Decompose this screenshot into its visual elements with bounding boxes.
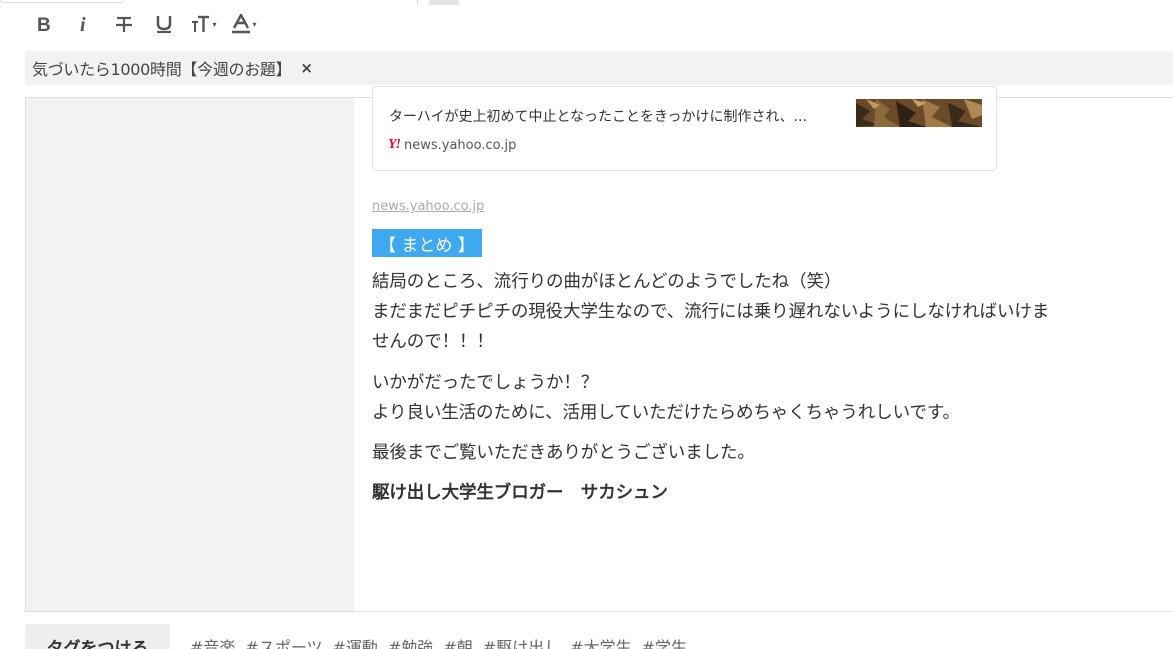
tag-item[interactable]: #運動 [333, 634, 378, 649]
formatting-toolbar: B i ▾ ▾ [24, 8, 264, 40]
svg-text:i: i [80, 15, 86, 33]
paragraph-line: いかがだったでしょうか！？ [372, 373, 599, 393]
signature: 駆け出し大学生ブロガー サカシュン [372, 483, 668, 503]
bold-button[interactable]: B [24, 9, 64, 39]
yahoo-logo-icon: Y! [388, 137, 401, 152]
link-card[interactable]: ターハイが史上初めて中止となったことをきっかけに制作され、... Y! news… [372, 86, 997, 171]
paragraph-line: せんので！！！ [372, 332, 494, 352]
tag-item[interactable]: #音楽 [190, 634, 235, 649]
editor-gutter [26, 98, 354, 611]
summary-heading: 【 まとめ 】 [372, 229, 482, 257]
divider [417, 0, 418, 5]
strikethrough-button[interactable] [104, 9, 144, 39]
paragraph-line: 最後までご覧いただきありがとうございました。 [372, 443, 755, 463]
italic-icon: i [80, 15, 86, 33]
svg-text:B: B [37, 15, 51, 33]
paragraph: いかがだったでしょうか！？ より良い生活のために、活用していただけたらめちゃくち… [372, 368, 960, 428]
paragraph-line: より良い生活のために、活用していただけたらめちゃくちゃうれしいです。 [372, 403, 960, 423]
tag-item[interactable]: #勉強 [388, 634, 433, 649]
paragraph: 結局のところ、流行りの曲がほとんどのようでしたね（笑） まだまだピチピチの現役大… [372, 267, 1049, 357]
text-color-icon [232, 14, 251, 34]
topic-bar: 気づいたら1000時間【今週のお題】 × [25, 51, 1173, 85]
tag-item[interactable]: #駆け出し [483, 634, 560, 649]
chevron-down-icon: ▾ [212, 19, 217, 29]
paragraph-line: まだまだピチピチの現役大学生なので、流行には乗り遅れないようにしなければいけま [372, 302, 1050, 322]
source-link[interactable]: news.yahoo.co.jp [372, 199, 484, 214]
tag-item[interactable]: #スポーツ [245, 634, 322, 649]
link-card-domain-text: news.yahoo.co.jp [404, 137, 517, 153]
paragraph-line: 結局のところ、流行りの曲がほとんどのようでしたね（笑） [372, 272, 842, 292]
tag-list: #音楽 #スポーツ #運動 #勉強 #朝 #駆け出し #大学生 #学生 [190, 634, 697, 649]
underline-button[interactable] [144, 9, 184, 39]
bold-icon: B [37, 15, 51, 33]
add-tag-button[interactable]: タグをつける [25, 624, 170, 649]
editor-content[interactable]: ターハイが史上初めて中止となったことをきっかけに制作され、... Y! news… [372, 86, 1173, 611]
tag-item[interactable]: #学生 [642, 634, 687, 649]
text-color-button[interactable]: ▾ [224, 9, 264, 39]
underline-icon [156, 16, 172, 33]
link-card-domain: Y! news.yahoo.co.jp [388, 137, 516, 153]
tag-item[interactable]: #大学生 [570, 634, 631, 649]
font-size-button[interactable]: ▾ [184, 9, 224, 39]
editor-frame: ターハイが史上初めて中止となったことをきっかけに制作され、... Y! news… [25, 86, 1173, 612]
link-card-description: ターハイが史上初めて中止となったことをきっかけに制作され、... [389, 109, 807, 125]
italic-button[interactable]: i [64, 9, 104, 39]
title-input-edge [0, 0, 124, 3]
topic-label: 気づいたら1000時間【今週のお題】 [32, 60, 292, 79]
close-icon[interactable]: × [300, 60, 313, 76]
article-thumbnail-image [856, 99, 982, 127]
paragraph: 最後までご覧いただきありがとうございました。 [372, 438, 755, 468]
font-size-icon [192, 15, 210, 32]
chevron-down-icon: ▾ [252, 19, 257, 29]
toolbar-control-edge [429, 0, 459, 5]
strikethrough-icon [116, 16, 132, 32]
tag-item[interactable]: #朝 [443, 634, 472, 649]
